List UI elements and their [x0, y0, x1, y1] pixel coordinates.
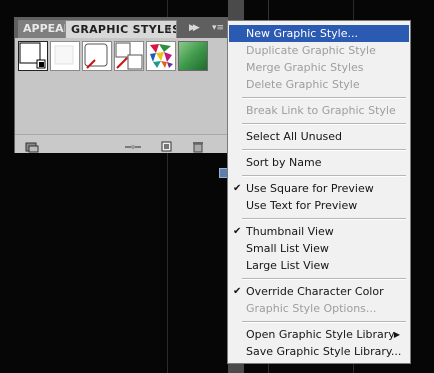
menu-item-label: Graphic Style Options...: [246, 302, 377, 315]
menu-item-sort-by-name[interactable]: Sort by Name: [229, 154, 409, 171]
trash-icon[interactable]: [192, 138, 204, 153]
menu-item-label: Large List View: [246, 259, 330, 272]
menu-item-label: Override Character Color: [246, 285, 384, 298]
swatch-blank-style[interactable]: [50, 41, 80, 71]
menu-item-new-graphic-style[interactable]: New Graphic Style...: [229, 25, 409, 42]
checkmark-icon: ✔: [233, 183, 242, 194]
new-graphic-style-icon[interactable]: [161, 138, 173, 152]
menu-separator: [242, 97, 406, 99]
menu-item-label: Save Graphic Style Library...: [246, 345, 402, 358]
tab-appearance-label: APPEARANCE: [23, 22, 65, 35]
menu-item-label: Small List View: [246, 242, 329, 255]
menu-item-use-square-for-preview[interactable]: ✔ Use Square for Preview: [229, 180, 409, 197]
menu-item-delete-graphic-style[interactable]: Delete Graphic Style: [229, 76, 409, 93]
checkmark-icon: ✔: [233, 226, 242, 237]
menu-item-label: Open Graphic Style Library: [246, 328, 395, 341]
panel-tab-bar: APPEARANCE GRAPHIC STYLES ✕ ▶▶ ▾≡: [15, 18, 227, 38]
menu-separator: [242, 321, 406, 323]
panel-bottom-bar: [15, 134, 227, 153]
menu-item-label: Use Text for Preview: [246, 199, 358, 212]
menu-separator: [242, 149, 406, 151]
menu-separator: [242, 175, 406, 177]
menu-separator: [242, 278, 406, 280]
menu-item-thumbnail-view[interactable]: ✔ Thumbnail View: [229, 223, 409, 240]
double-chevron-right-icon[interactable]: ▶▶: [189, 21, 205, 35]
tab-graphic-styles[interactable]: GRAPHIC STYLES ✕: [65, 20, 177, 38]
menu-item-label: Sort by Name: [246, 156, 322, 169]
menu-item-override-character-color[interactable]: ✔ Override Character Color: [229, 283, 409, 300]
break-link-icon[interactable]: [123, 138, 143, 149]
submenu-arrow-icon: ▶: [393, 330, 400, 339]
menu-separator: [242, 218, 406, 220]
menu-item-label: Use Square for Preview: [246, 182, 374, 195]
menu-item-label: New Graphic Style...: [246, 27, 358, 40]
menu-item-duplicate-graphic-style[interactable]: Duplicate Graphic Style: [229, 42, 409, 59]
menu-item-small-list-view[interactable]: Small List View: [229, 240, 409, 257]
swatch-green-gradient-style[interactable]: [178, 41, 208, 71]
menu-item-large-list-view[interactable]: Large List View: [229, 257, 409, 274]
menu-item-label: Delete Graphic Style: [246, 78, 360, 91]
panel-menu-icon[interactable]: ▾≡: [212, 21, 225, 35]
graphic-styles-flyout-menu: New Graphic Style... Duplicate Graphic S…: [227, 20, 411, 364]
tab-graphic-styles-label: GRAPHIC STYLES: [71, 23, 177, 36]
menu-item-label: Select All Unused: [246, 130, 343, 143]
swatch-default-graphic-style[interactable]: [18, 41, 48, 71]
menu-item-label: Duplicate Graphic Style: [246, 44, 376, 57]
menu-item-break-link[interactable]: Break Link to Graphic Style: [229, 102, 409, 119]
menu-item-label: Thumbnail View: [246, 225, 334, 238]
menu-item-merge-graphic-styles[interactable]: Merge Graphic Styles: [229, 59, 409, 76]
tab-appearance[interactable]: APPEARANCE: [18, 20, 66, 38]
menu-item-select-all-unused[interactable]: Select All Unused: [229, 128, 409, 145]
close-icon[interactable]: ✕: [164, 21, 172, 38]
graphic-style-libraries-icon[interactable]: [25, 138, 39, 153]
menu-item-graphic-style-options[interactable]: Graphic Style Options...: [229, 300, 409, 317]
menu-item-open-graphic-style-library[interactable]: Open Graphic Style Library ▶: [229, 326, 409, 343]
menu-separator: [242, 123, 406, 125]
swatch-split-style[interactable]: [114, 41, 144, 71]
checkmark-icon: ✔: [233, 286, 242, 297]
menu-item-use-text-for-preview[interactable]: Use Text for Preview: [229, 197, 409, 214]
swatch-mosaic-style[interactable]: [146, 41, 176, 71]
menu-item-save-graphic-style-library[interactable]: Save Graphic Style Library...: [229, 343, 409, 360]
swatch-none-style[interactable]: [82, 41, 112, 71]
graphic-styles-panel: APPEARANCE GRAPHIC STYLES ✕ ▶▶ ▾≡: [14, 17, 228, 153]
menu-item-label: Merge Graphic Styles: [246, 61, 364, 74]
menu-item-label: Break Link to Graphic Style: [246, 104, 396, 117]
